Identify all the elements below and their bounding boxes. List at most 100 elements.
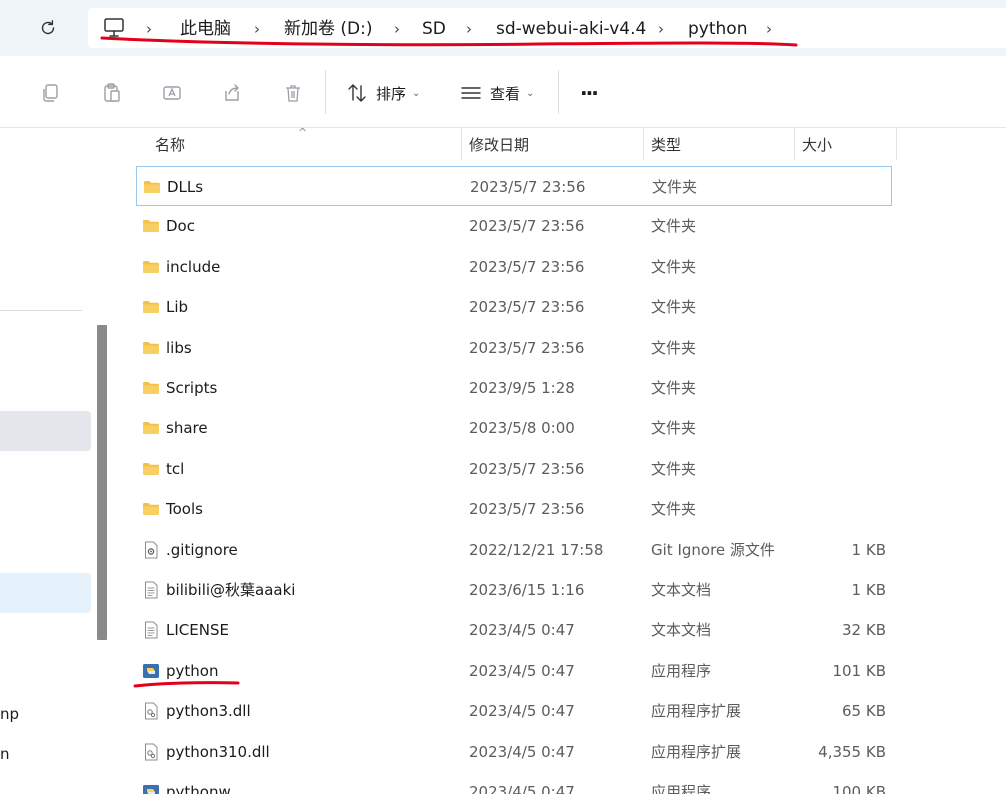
file-row[interactable]: pythonw 2023/4/5 0:47 应用程序 100 KB xyxy=(136,772,892,794)
sort-ascending-icon: ^ xyxy=(298,126,308,139)
file-modified-date: 2023/5/7 23:56 xyxy=(469,298,585,317)
file-type: 应用程序扩展 xyxy=(651,702,742,721)
chevron-down-icon: ⌄ xyxy=(526,87,535,99)
file-row[interactable]: Doc 2023/5/7 23:56 文件夹 xyxy=(136,206,892,246)
column-separator[interactable] xyxy=(643,128,644,160)
file-name: Doc xyxy=(166,217,195,236)
file-row[interactable]: include 2023/5/7 23:56 文件夹 xyxy=(136,247,892,287)
breadcrumb-this-pc[interactable]: 此电脑 xyxy=(180,18,231,40)
file-type: 应用程序 xyxy=(651,661,712,680)
file-row[interactable]: Tools 2023/5/7 23:56 文件夹 xyxy=(136,489,892,529)
folder-icon xyxy=(143,178,161,196)
view-label: 查看 xyxy=(490,84,521,103)
file-row[interactable]: libs 2023/5/7 23:56 文件夹 xyxy=(136,328,892,368)
this-pc-icon[interactable] xyxy=(102,16,126,40)
file-name: Scripts xyxy=(166,379,218,397)
file-name: python3.dll xyxy=(166,702,251,721)
file-name: LICENSE xyxy=(166,621,229,640)
file-row[interactable]: Scripts 2023/9/5 1:28 文件夹 xyxy=(136,368,892,408)
file-type: 文本文档 xyxy=(651,621,712,640)
copy-button[interactable] xyxy=(40,80,62,106)
folder-icon xyxy=(142,258,160,276)
breadcrumb-separator[interactable]: › xyxy=(394,18,400,40)
file-name: Lib xyxy=(166,298,189,317)
column-separator[interactable] xyxy=(896,128,897,160)
nav-item-label[interactable]: n xyxy=(0,745,10,763)
file-size: 1 KB xyxy=(851,540,886,559)
file-name: Tools xyxy=(166,500,203,519)
nav-item-selected[interactable] xyxy=(0,573,91,613)
share-icon xyxy=(225,84,239,101)
file-row[interactable]: DLLs 2023/5/7 23:56 文件夹 xyxy=(136,166,892,206)
file-modified-date: 2023/5/7 23:56 xyxy=(469,257,585,276)
breadcrumb-separator[interactable]: › xyxy=(658,18,664,40)
column-header-name[interactable]: 名称 xyxy=(155,128,185,164)
column-separator[interactable] xyxy=(794,128,795,160)
file-name: libs xyxy=(166,338,192,357)
breadcrumb-separator[interactable]: › xyxy=(766,18,772,40)
breadcrumb-separator[interactable]: › xyxy=(146,18,152,40)
refresh-button[interactable] xyxy=(36,16,60,40)
folder-icon xyxy=(142,500,160,518)
text-file-icon xyxy=(142,581,160,599)
python-app-icon xyxy=(142,662,160,680)
breadcrumb-drive-d[interactable]: 新加卷 (D:) xyxy=(284,18,373,40)
column-header-size[interactable]: 大小 xyxy=(802,128,832,164)
file-modified-date: 2023/5/7 23:56 xyxy=(469,459,585,478)
file-modified-date: 2023/4/5 0:47 xyxy=(469,742,575,761)
file-type: 文件夹 xyxy=(651,379,697,397)
chevron-down-icon: ⌄ xyxy=(412,87,421,99)
file-modified-date: 2023/4/5 0:47 xyxy=(469,702,575,721)
sort-button[interactable]: 排序 ⌄ xyxy=(346,80,420,106)
nav-item-label[interactable]: np xyxy=(0,705,19,723)
breadcrumb-sd-webui[interactable]: sd-webui-aki-v4.4 xyxy=(496,18,646,40)
file-modified-date: 2023/5/7 23:56 xyxy=(469,217,585,236)
breadcrumb-separator[interactable]: › xyxy=(466,18,472,40)
file-size: 4,355 KB xyxy=(818,742,886,761)
file-size: 101 KB xyxy=(832,661,886,680)
nav-scrollbar-thumb[interactable] xyxy=(97,325,107,640)
file-name: pythonw xyxy=(166,783,231,794)
rename-button[interactable] xyxy=(161,80,183,106)
sort-label: 排序 xyxy=(376,84,407,103)
file-type: 应用程序 xyxy=(651,783,712,794)
breadcrumb-python[interactable]: python xyxy=(688,18,747,40)
file-type: 文件夹 xyxy=(651,257,697,276)
breadcrumb[interactable]: › 此电脑 › 新加卷 (D:) › SD › sd-webui-aki-v4.… xyxy=(88,8,1006,48)
file-row[interactable]: .gitignore 2022/12/21 17:58 Git Ignore 源文件… xyxy=(136,530,892,570)
see-more-button[interactable]: ··· xyxy=(580,80,599,106)
share-button[interactable] xyxy=(221,80,243,106)
file-name: python310.dll xyxy=(166,742,270,761)
column-header-date[interactable]: 修改日期 xyxy=(469,128,529,164)
sort-icon xyxy=(348,84,366,102)
nav-item-hovered[interactable] xyxy=(0,411,91,451)
breadcrumb-sd[interactable]: SD xyxy=(422,18,446,40)
paste-button[interactable] xyxy=(101,80,123,106)
file-row[interactable]: bilibili@秋葉aaaki 2023/6/15 1:16 文本文档 1 KB xyxy=(136,570,892,610)
file-type: 文件夹 xyxy=(652,178,698,196)
folder-icon xyxy=(142,339,160,357)
file-type: 文件夹 xyxy=(651,419,697,438)
file-row[interactable]: python3.dll 2023/4/5 0:47 应用程序扩展 65 KB xyxy=(136,691,892,731)
file-row[interactable]: python310.dll 2023/4/5 0:47 应用程序扩展 4,355 KB xyxy=(136,732,892,772)
nav-divider xyxy=(0,310,82,311)
file-size: 65 KB xyxy=(842,702,886,721)
view-button[interactable]: 查看 ⌄ xyxy=(460,80,534,106)
list-view-icon xyxy=(461,87,481,99)
file-row[interactable]: Lib 2023/5/7 23:56 文件夹 xyxy=(136,287,892,327)
file-row[interactable]: tcl 2023/5/7 23:56 文件夹 xyxy=(136,449,892,489)
folder-icon xyxy=(142,298,160,316)
file-type: Git Ignore 源文件 xyxy=(651,540,775,559)
column-header-type[interactable]: 类型 xyxy=(651,128,681,164)
file-row[interactable]: python 2023/4/5 0:47 应用程序 101 KB xyxy=(136,651,892,691)
copy-icon xyxy=(43,84,58,102)
delete-button[interactable] xyxy=(282,80,304,106)
column-separator[interactable] xyxy=(461,128,462,160)
file-type: 文件夹 xyxy=(651,500,697,519)
file-name: include xyxy=(166,257,221,276)
paste-icon xyxy=(104,83,120,102)
breadcrumb-separator[interactable]: › xyxy=(254,18,260,40)
file-row[interactable]: share 2023/5/8 0:00 文件夹 xyxy=(136,408,892,448)
file-size: 100 KB xyxy=(832,783,886,794)
file-row[interactable]: LICENSE 2023/4/5 0:47 文本文档 32 KB xyxy=(136,610,892,650)
